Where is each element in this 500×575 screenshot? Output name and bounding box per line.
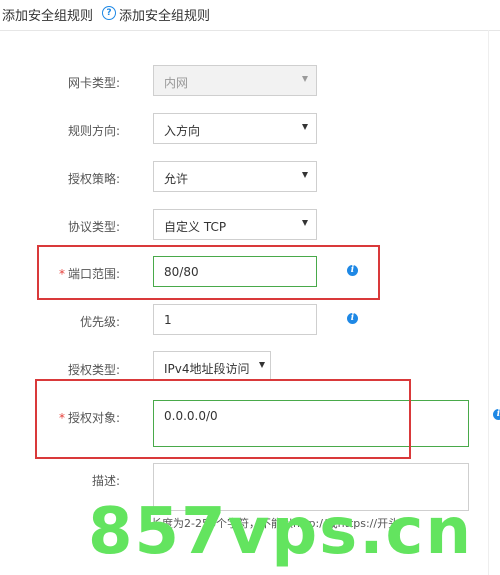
description-label: 描述: (91, 474, 120, 488)
port-range-value: 80/80 (164, 265, 199, 279)
caret-down-icon (302, 76, 308, 82)
caret-down-icon (302, 124, 308, 130)
auth-object-label: * 授权对象: (58, 411, 120, 425)
dialog-header: 添加安全组规则 ? 添加安全组规则 (0, 0, 500, 31)
nic-type-label: 网卡类型: (67, 76, 120, 90)
info-icon[interactable]: i (493, 409, 500, 420)
policy-label: 授权策略: (67, 172, 120, 186)
watermark: 857vps.cn (88, 495, 474, 569)
info-icon[interactable]: i (347, 313, 358, 324)
nic-type-value: 内网 (164, 76, 189, 90)
question-circle-icon[interactable]: ? (102, 6, 116, 20)
help-link[interactable]: 添加安全组规则 (119, 5, 210, 24)
policy-select[interactable]: 允许 (153, 161, 317, 192)
caret-down-icon (302, 220, 308, 226)
priority-value: 1 (164, 313, 172, 327)
auth-type-select[interactable]: IPv4地址段访问 (153, 351, 271, 381)
caret-down-icon (259, 362, 265, 368)
nic-type-select[interactable]: 内网 (153, 65, 317, 96)
direction-value: 入方向 (164, 124, 201, 138)
auth-type-value: IPv4地址段访问 (164, 362, 250, 376)
protocol-value: 自定义 TCP (164, 220, 227, 234)
auth-type-label: 授权类型: (67, 363, 120, 377)
direction-select[interactable]: 入方向 (153, 113, 317, 144)
info-icon[interactable]: i (347, 265, 358, 276)
auth-object-value: 0.0.0.0/0 (164, 409, 218, 423)
divider (488, 30, 489, 575)
priority-input[interactable]: 1 (153, 304, 317, 335)
priority-label: 优先级: (79, 315, 120, 329)
required-mark: * (58, 267, 65, 281)
required-mark: * (58, 411, 65, 425)
protocol-label: 协议类型: (67, 220, 120, 234)
protocol-select[interactable]: 自定义 TCP (153, 209, 317, 240)
policy-value: 允许 (164, 172, 189, 186)
port-range-input[interactable]: 80/80 (153, 256, 317, 287)
auth-object-input[interactable]: 0.0.0.0/0 (153, 400, 469, 447)
dialog-title: 添加安全组规则 (2, 9, 94, 24)
caret-down-icon (302, 172, 308, 178)
port-range-label: * 端口范围: (58, 267, 120, 281)
direction-label: 规则方向: (67, 124, 120, 138)
